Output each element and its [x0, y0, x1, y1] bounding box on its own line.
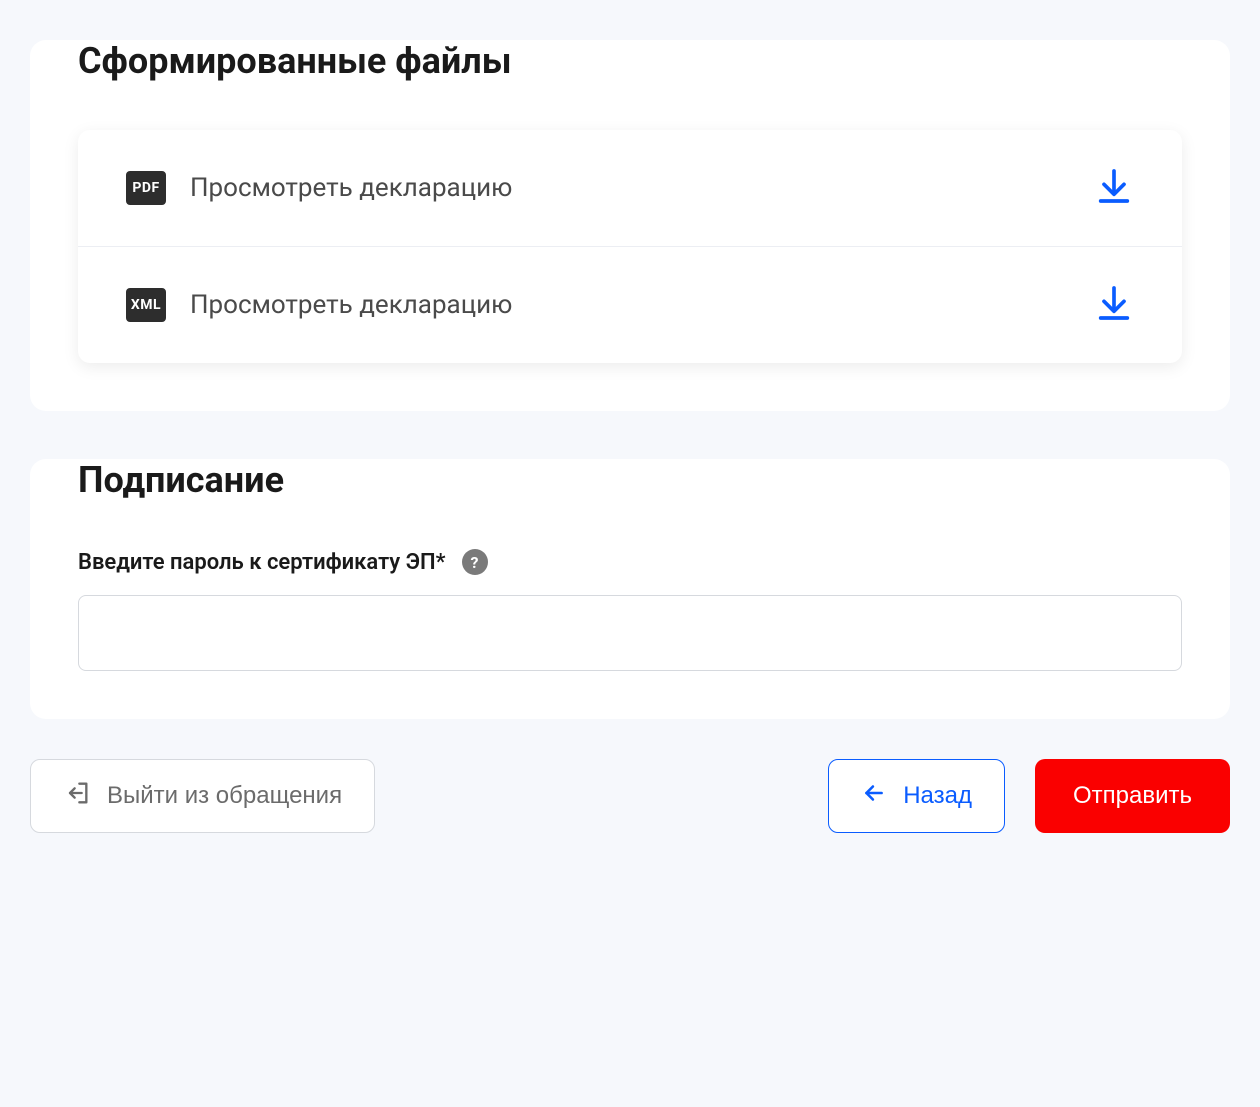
- footer-actions: Выйти из обращения Назад Отправить: [30, 749, 1230, 873]
- back-button-label: Назад: [903, 782, 972, 810]
- file-row-xml[interactable]: XML Просмотреть декларацию: [78, 246, 1182, 363]
- download-icon[interactable]: [1094, 166, 1134, 210]
- certificate-password-input[interactable]: [78, 595, 1182, 671]
- password-label-row: Введите пароль к сертификату ЭП* ?: [78, 549, 1182, 575]
- submit-button-label: Отправить: [1073, 782, 1192, 810]
- files-list: PDF Просмотреть декларацию XML Просмотре…: [78, 130, 1182, 363]
- help-icon[interactable]: ?: [462, 549, 488, 575]
- download-icon[interactable]: [1094, 283, 1134, 327]
- exit-button-label: Выйти из обращения: [107, 782, 342, 810]
- file-row-pdf[interactable]: PDF Просмотреть декларацию: [78, 130, 1182, 246]
- files-section-title: Сформированные файлы: [78, 40, 1182, 82]
- password-label: Введите пароль к сертификату ЭП*: [78, 550, 446, 575]
- back-button[interactable]: Назад: [828, 759, 1005, 833]
- submit-button[interactable]: Отправить: [1035, 759, 1230, 833]
- exit-request-button[interactable]: Выйти из обращения: [30, 759, 375, 833]
- xml-badge-icon: XML: [126, 288, 166, 322]
- exit-icon: [63, 779, 91, 814]
- file-label: Просмотреть декларацию: [190, 290, 1070, 320]
- file-label: Просмотреть декларацию: [190, 173, 1070, 203]
- footer-right: Назад Отправить: [828, 759, 1230, 833]
- generated-files-card: Сформированные файлы PDF Просмотреть дек…: [30, 40, 1230, 411]
- signing-card: Подписание Введите пароль к сертификату …: [30, 459, 1230, 719]
- pdf-badge-icon: PDF: [126, 171, 166, 205]
- sign-section-title: Подписание: [78, 459, 1182, 501]
- arrow-left-icon: [861, 780, 887, 813]
